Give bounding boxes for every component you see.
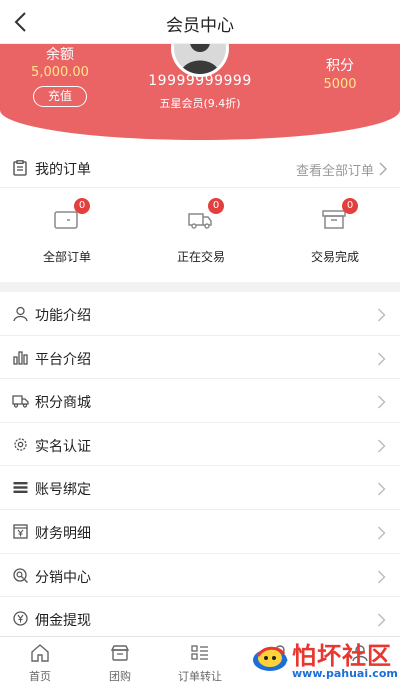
member-level: 五星会员(9.4折) xyxy=(159,97,241,110)
top-bar: 会员中心 xyxy=(0,0,400,44)
chevron-right-icon xyxy=(377,307,386,322)
watermark: 怕坏社区 www.pahuai.com xyxy=(248,634,400,685)
menu-item-account-binding[interactable]: 账号绑定 xyxy=(0,466,400,510)
menu-item-distribution[interactable]: 分销中心 xyxy=(0,554,400,598)
menu-item-verification[interactable]: 实名认证 xyxy=(0,423,400,467)
order-label: 全部订单 xyxy=(42,250,91,264)
bar-chart-icon xyxy=(12,349,29,366)
chevron-right-icon xyxy=(377,394,386,409)
tab-label: 订单转让 xyxy=(178,670,222,683)
menu-item-label: 积分商城 xyxy=(35,395,91,412)
order-badge: 0 xyxy=(74,198,90,214)
user-icon xyxy=(12,305,29,322)
search-circle-icon xyxy=(12,567,29,584)
points-label: 积分 xyxy=(326,58,354,74)
menu-item-label: 平台介绍 xyxy=(35,351,91,368)
menu-item-label: 账号绑定 xyxy=(35,482,91,499)
yen-box-icon xyxy=(12,523,29,540)
menu-item-platform[interactable]: 平台介绍 xyxy=(0,336,400,380)
watermark-title: 怕坏社区 xyxy=(292,641,392,670)
orders-header[interactable]: 我的订单 查看全部订单 xyxy=(0,148,400,188)
chevron-right-icon xyxy=(377,612,386,627)
order-label: 正在交易 xyxy=(176,250,225,264)
watermark-url: www.pahuai.com xyxy=(292,667,398,680)
page-title: 会员中心 xyxy=(166,16,234,36)
member-center-page: 会员中心 余额 5,000.00 充值 19999999999 五星会员(9.4… xyxy=(0,0,400,685)
gear-icon xyxy=(12,436,29,453)
tab-order-transfer[interactable]: 订单转让 xyxy=(160,637,240,685)
order-label: 交易完成 xyxy=(310,250,359,264)
home-icon xyxy=(30,643,50,663)
menu-item-label: 财务明细 xyxy=(35,525,91,542)
chevron-right-icon xyxy=(377,438,386,453)
truck-icon xyxy=(12,392,29,409)
clipboard-icon xyxy=(12,160,28,176)
chevron-right-icon xyxy=(378,161,388,176)
chevron-right-icon xyxy=(377,481,386,496)
chevron-right-icon xyxy=(377,525,386,540)
menu-item-points-mall[interactable]: 积分商城 xyxy=(0,379,400,423)
menu-item-label: 佣金提现 xyxy=(35,613,91,630)
menu-item-finance[interactable]: 财务明细 xyxy=(0,510,400,554)
list-icon xyxy=(12,479,29,496)
chevron-right-icon xyxy=(377,351,386,366)
watermark-logo-icon xyxy=(250,638,290,678)
menu-list: 功能介绍 平台介绍 积分商城 实名认证 账号绑定 财务明细 分销中心 佣金提现 xyxy=(0,292,400,641)
balance-label: 余额 xyxy=(46,47,74,63)
member-banner: 余额 5,000.00 充值 19999999999 五星会员(9.4折) 积分… xyxy=(0,44,400,140)
menu-item-features[interactable]: 功能介绍 xyxy=(0,292,400,336)
view-all-orders-link[interactable]: 查看全部订单 xyxy=(296,160,374,179)
chevron-right-icon xyxy=(377,569,386,584)
order-badge: 0 xyxy=(342,198,358,214)
menu-item-label: 分销中心 xyxy=(35,569,91,586)
order-badge: 0 xyxy=(208,198,224,214)
tab-label: 首页 xyxy=(29,670,51,683)
topup-button[interactable]: 充值 xyxy=(33,86,87,107)
tab-home[interactable]: 首页 xyxy=(0,637,80,685)
order-all[interactable]: 0 全部订单 xyxy=(0,188,134,278)
order-status-row: 0 全部订单 0 正在交易 0 交易完成 xyxy=(0,188,400,278)
balance-value: 5,000.00 xyxy=(31,65,89,80)
tab-group-buy[interactable]: 团购 xyxy=(80,637,160,685)
orders-title: 我的订单 xyxy=(35,162,91,178)
order-completed[interactable]: 0 交易完成 xyxy=(268,188,400,278)
order-list-icon xyxy=(190,643,210,663)
member-phone: 19999999999 xyxy=(148,73,252,89)
yen-circle-icon xyxy=(12,610,29,627)
section-divider xyxy=(0,282,400,292)
menu-item-label: 实名认证 xyxy=(35,438,91,455)
points-value: 5000 xyxy=(323,77,357,92)
order-in-progress[interactable]: 0 正在交易 xyxy=(134,188,268,278)
tab-label: 团购 xyxy=(109,670,131,683)
shop-icon xyxy=(110,643,130,663)
menu-item-label: 功能介绍 xyxy=(35,308,91,324)
